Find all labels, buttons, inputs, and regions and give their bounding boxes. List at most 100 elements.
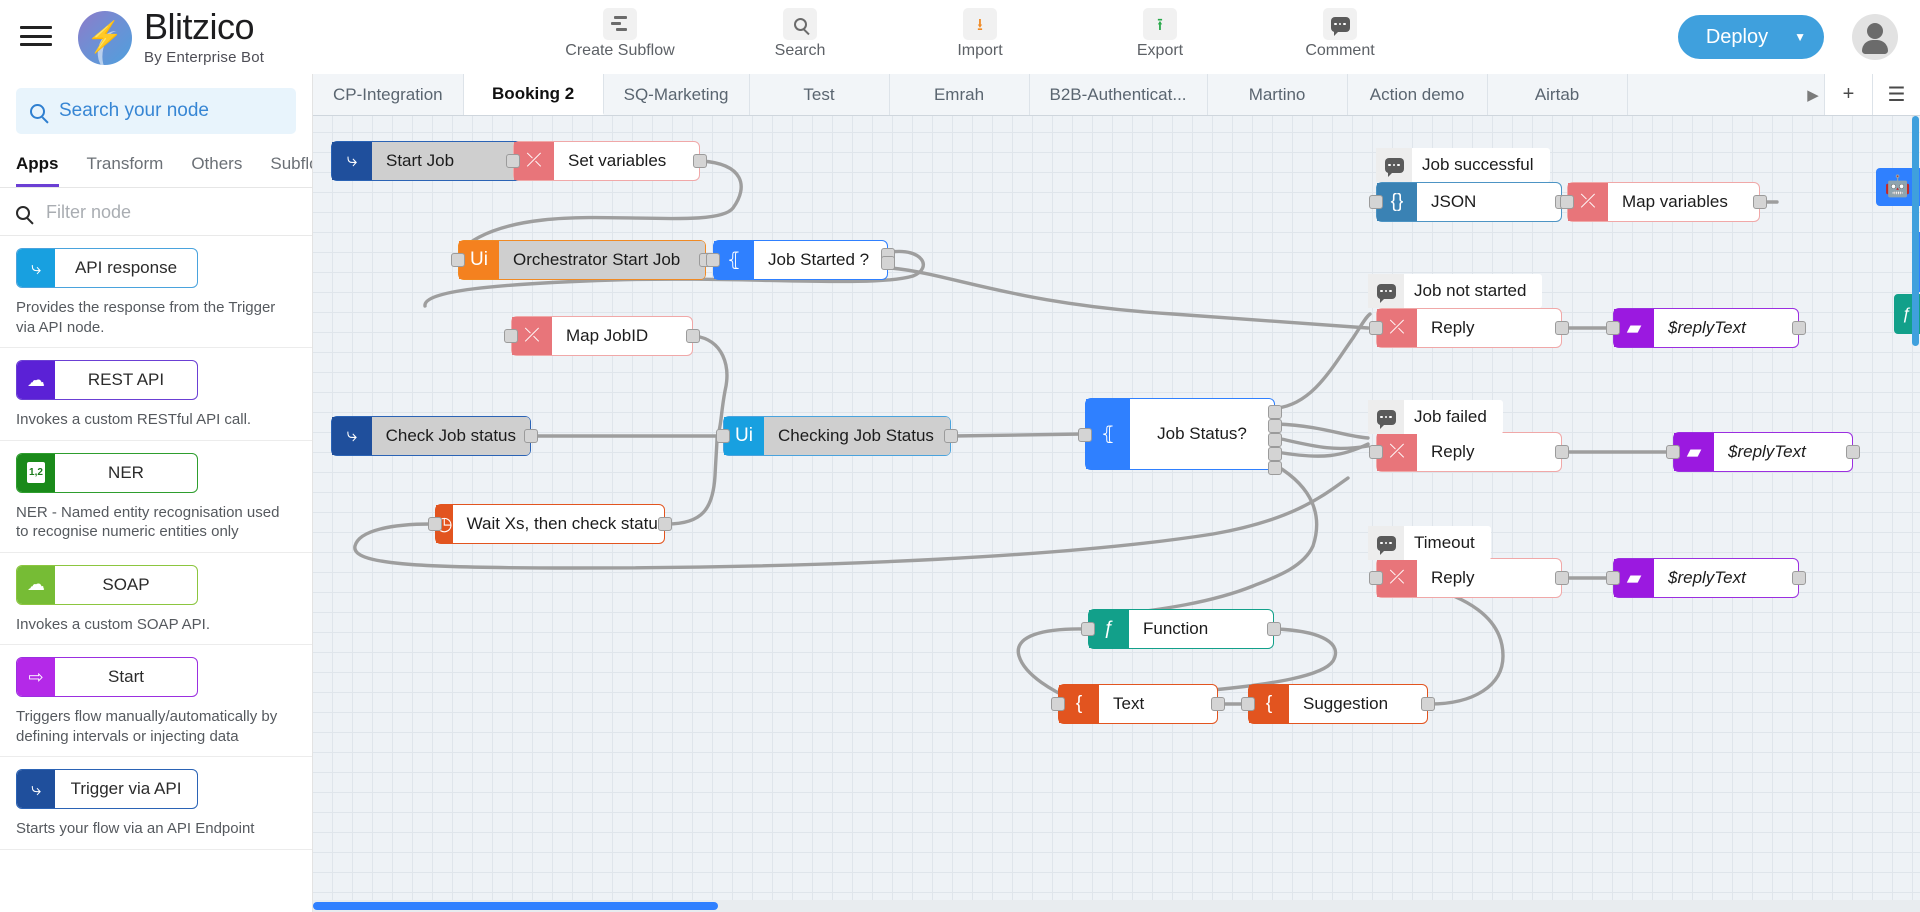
tab-scroll-right-icon[interactable]: ▶ xyxy=(1802,74,1824,115)
list-tabs-icon[interactable]: ☰ xyxy=(1872,74,1920,115)
palette-node-5[interactable]: ⤷Trigger via API xyxy=(16,769,198,809)
flow-node-json[interactable]: {}JSON xyxy=(1376,182,1562,222)
node-input-port[interactable] xyxy=(1051,697,1065,711)
flow-comment-timeout[interactable]: Timeout xyxy=(1368,526,1491,560)
node-output-port[interactable] xyxy=(1792,321,1806,335)
node-output-port[interactable] xyxy=(1792,571,1806,585)
flow-node-reply-1[interactable]: ⤫Reply xyxy=(1376,308,1562,348)
node-input-port[interactable] xyxy=(1369,571,1383,585)
toolbar-import[interactable]: ⭳ Import xyxy=(920,4,1040,60)
flow-node-replytext-2[interactable]: ▰$replyText xyxy=(1673,432,1853,472)
flow-node-checking-job-status[interactable]: UiChecking Job Status xyxy=(723,416,951,456)
tab-apps[interactable]: Apps xyxy=(16,148,59,187)
node-output-port[interactable] xyxy=(1753,195,1767,209)
node-input-port[interactable] xyxy=(1369,195,1383,209)
flow-tab-airtab[interactable]: Airtab xyxy=(1488,74,1628,115)
flow-tab-b2b-authenticat[interactable]: B2B-Authenticat... xyxy=(1030,74,1208,115)
flow-node-check-job-status[interactable]: ⤷Check Job status xyxy=(331,416,531,456)
palette-node-1[interactable]: ☁REST API xyxy=(16,360,198,400)
node-output-port[interactable] xyxy=(1555,321,1569,335)
node-output-port[interactable] xyxy=(1268,433,1282,447)
palette-node-0[interactable]: ⤷API response xyxy=(16,248,198,288)
flow-tab-booking-2[interactable]: Booking 2 xyxy=(464,74,604,115)
flow-tab-martino[interactable]: Martino xyxy=(1208,74,1348,115)
flow-comment-job-not-started[interactable]: Job not started xyxy=(1368,274,1542,308)
flow-node-set-variables[interactable]: ⤫Set variables xyxy=(513,141,700,181)
avatar[interactable] xyxy=(1852,14,1898,60)
chevron-down-icon[interactable]: ▼ xyxy=(1794,30,1806,44)
node-output-port[interactable] xyxy=(944,429,958,443)
flow-node-reply-2[interactable]: ⤫Reply xyxy=(1376,432,1562,472)
node-input-port[interactable] xyxy=(1560,195,1574,209)
flow-node-replytext-3[interactable]: ▰$replyText xyxy=(1613,558,1799,598)
node-input-port[interactable] xyxy=(1369,321,1383,335)
flow-node-reply-3[interactable]: ⤫Reply xyxy=(1376,558,1562,598)
node-output-port[interactable] xyxy=(1421,697,1435,711)
node-input-port[interactable] xyxy=(428,517,442,531)
node-output-port[interactable] xyxy=(1268,419,1282,433)
node-output-port[interactable] xyxy=(658,517,672,531)
node-input-port[interactable] xyxy=(1081,622,1095,636)
add-tab-button[interactable]: + xyxy=(1824,74,1872,115)
node-output-port[interactable] xyxy=(1268,447,1282,461)
node-output-port[interactable] xyxy=(693,154,707,168)
node-input-port[interactable] xyxy=(1606,321,1620,335)
tab-subflow[interactable]: Subflow xyxy=(270,148,313,187)
node-output-port[interactable] xyxy=(1267,622,1281,636)
toolbar-search[interactable]: Search xyxy=(740,4,860,60)
deploy-button[interactable]: Deploy ▼ xyxy=(1678,15,1824,59)
horizontal-scrollbar[interactable] xyxy=(313,900,1920,912)
flow-comment-job-failed[interactable]: Job failed xyxy=(1368,400,1503,434)
toolbar-export[interactable]: ⭱ Export xyxy=(1100,4,1220,60)
flow-node-start-job[interactable]: ⤷Start Job xyxy=(331,141,523,181)
search-node-input[interactable]: Search your node xyxy=(16,88,296,134)
node-output-port[interactable] xyxy=(1268,461,1282,475)
hamburger-menu-icon[interactable] xyxy=(20,22,52,50)
flow-node-replytext-1[interactable]: ▰$replyText xyxy=(1613,308,1799,348)
flow-canvas[interactable]: ⤷Start Job⤫Set variables UiOrchestrator S… xyxy=(313,116,1920,912)
flow-node-job-status[interactable]: ⦃Job Status? xyxy=(1085,398,1275,470)
palette-node-3[interactable]: ☁SOAP xyxy=(16,565,198,605)
vertical-scrollbar[interactable] xyxy=(1910,116,1920,912)
node-output-port[interactable] xyxy=(1846,445,1860,459)
flow-comment-job-successful[interactable]: Job successful xyxy=(1376,148,1550,182)
flow-tab-sq-marketing[interactable]: SQ-Marketing xyxy=(604,74,750,115)
node-output-port[interactable] xyxy=(1555,571,1569,585)
node-output-port[interactable] xyxy=(1555,445,1569,459)
horizontal-scrollbar-thumb[interactable] xyxy=(313,902,718,910)
flow-node-function[interactable]: ƒFunction xyxy=(1088,609,1274,649)
flow-node-orchestrator-start[interactable]: UiOrchestrator Start Job xyxy=(458,240,706,280)
node-output-port[interactable] xyxy=(1268,405,1282,419)
node-input-port[interactable] xyxy=(506,154,520,168)
flow-tab-cp-integration[interactable]: CP-Integration xyxy=(313,74,464,115)
node-output-port[interactable] xyxy=(524,429,538,443)
flow-node-map-jobid[interactable]: ⤫Map JobID xyxy=(511,316,693,356)
filter-node-input[interactable]: Filter node xyxy=(0,188,312,236)
node-input-port[interactable] xyxy=(451,253,465,267)
node-input-port[interactable] xyxy=(716,429,730,443)
node-input-port[interactable] xyxy=(1078,428,1092,442)
node-input-port[interactable] xyxy=(1666,445,1680,459)
flow-node-job-started[interactable]: ⦃Job Started ? xyxy=(713,240,888,280)
node-output-port[interactable] xyxy=(881,256,895,270)
node-input-port[interactable] xyxy=(706,253,720,267)
node-input-port[interactable] xyxy=(504,329,518,343)
flow-tab-action-demo[interactable]: Action demo xyxy=(1348,74,1488,115)
node-output-port[interactable] xyxy=(686,329,700,343)
palette-node-2[interactable]: 1,2NER xyxy=(16,453,198,493)
vertical-scrollbar-thumb[interactable] xyxy=(1912,116,1919,346)
flow-node-suggestion[interactable]: {Suggestion xyxy=(1248,684,1428,724)
flow-tab-test[interactable]: Test xyxy=(750,74,890,115)
palette-node-4[interactable]: ⇨Start xyxy=(16,657,198,697)
flow-node-text[interactable]: {Text xyxy=(1058,684,1218,724)
toolbar-create-subflow[interactable]: Create Subflow xyxy=(560,4,680,60)
tab-others[interactable]: Others xyxy=(191,148,242,187)
flow-tab-emrah[interactable]: Emrah xyxy=(890,74,1030,115)
flow-node-map-variables[interactable]: ⤫Map variables xyxy=(1567,182,1760,222)
flow-node-wait-check[interactable]: ◷Wait Xs, then check status xyxy=(435,504,665,544)
toolbar-comment[interactable]: Comment xyxy=(1280,4,1400,60)
node-input-port[interactable] xyxy=(1606,571,1620,585)
node-output-port[interactable] xyxy=(1211,697,1225,711)
node-input-port[interactable] xyxy=(1369,445,1383,459)
node-input-port[interactable] xyxy=(1241,697,1255,711)
